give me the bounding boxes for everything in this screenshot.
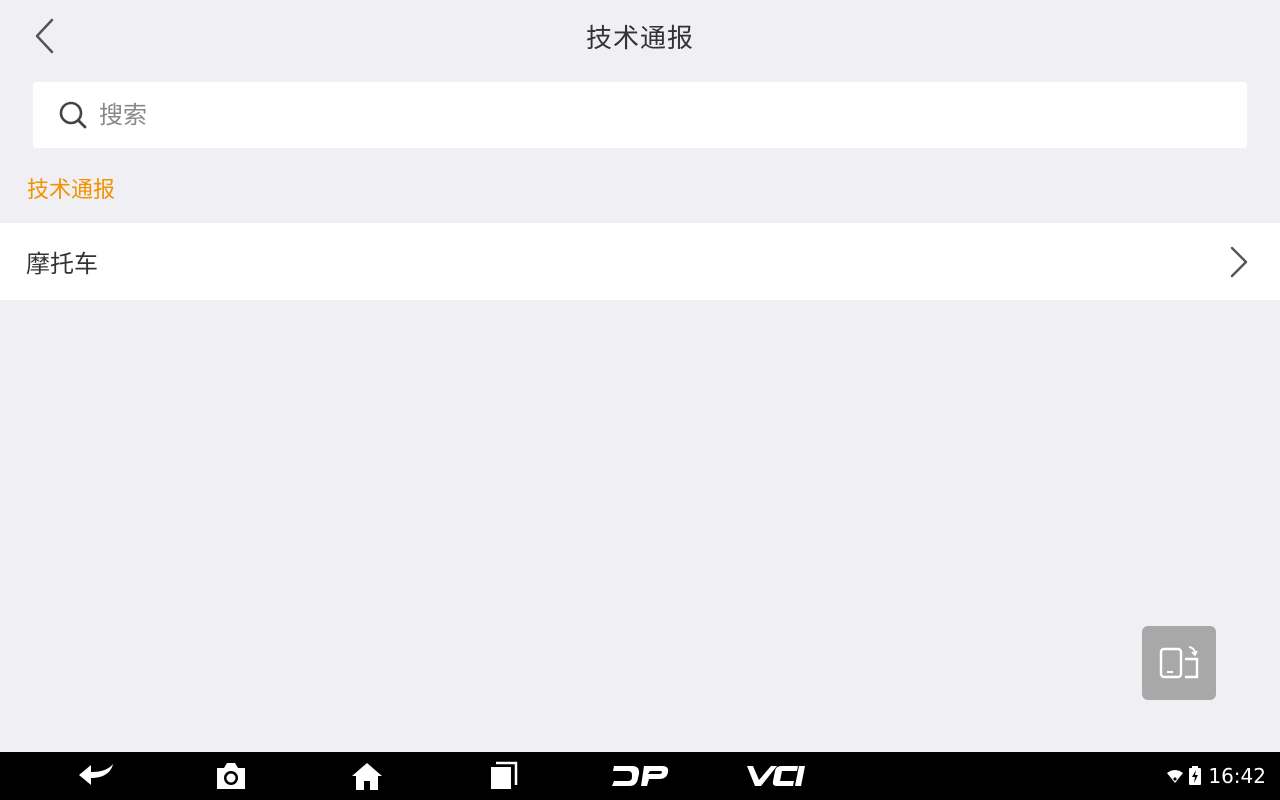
camera-icon [217,763,245,789]
battery-charging-icon [1189,766,1202,785]
nav-back-button[interactable] [67,758,127,794]
search-icon [57,99,89,131]
dp-logo-icon [612,766,669,786]
list-item-motorcycle[interactable]: 摩托车 [0,223,1280,300]
app-header: 技术通报 [0,0,1280,72]
status-area: 16:42 [1166,752,1266,800]
home-icon [352,763,382,790]
category-list: 摩托车 [0,223,1280,300]
screen-rotate-icon [1159,646,1199,679]
chevron-right-icon [1230,246,1248,278]
nav-home-button[interactable] [337,758,397,794]
nav-vci-button[interactable] [742,758,808,794]
search-bar[interactable] [33,82,1247,148]
screen-rotate-button[interactable] [1142,626,1216,700]
recent-apps-icon [491,761,518,789]
search-input[interactable] [97,89,1201,141]
back-arrow-icon [79,764,113,785]
system-navbar: 16:42 [0,752,1280,800]
list-item-label: 摩托车 [26,250,98,278]
nav-recent-button[interactable] [474,758,534,794]
wifi-icon [1167,770,1184,783]
vci-logo-icon [747,766,805,786]
nav-dp-button[interactable] [607,758,673,794]
page-title: 技术通报 [585,24,694,54]
nav-screenshot-button[interactable] [201,758,261,794]
status-clock: 16:42 [1208,764,1266,788]
section-label: 技术通报 [27,178,116,203]
